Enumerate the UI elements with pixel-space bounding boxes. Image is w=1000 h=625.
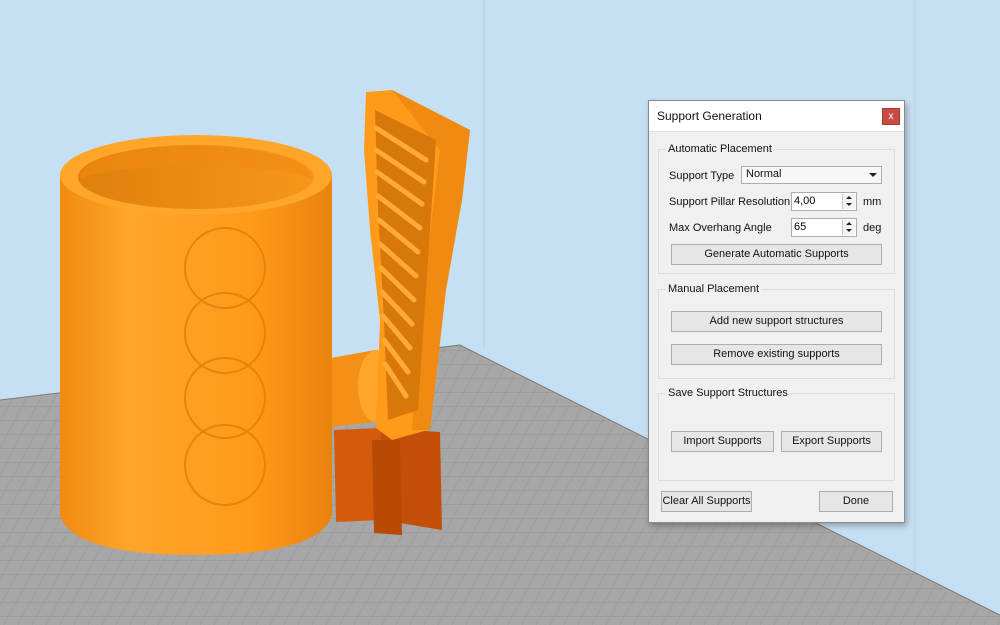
pillar-unit-label: mm xyxy=(863,196,882,208)
spin-down-icon[interactable] xyxy=(843,228,855,235)
export-supports-button[interactable]: Export Supports xyxy=(781,431,882,452)
dialog-title: Support Generation xyxy=(657,109,762,123)
manual-placement-group xyxy=(658,289,895,379)
spin-up-icon[interactable] xyxy=(843,194,855,201)
spin-arrows xyxy=(842,220,855,235)
spin-down-icon[interactable] xyxy=(843,202,855,209)
support-type-select[interactable]: Normal xyxy=(741,166,882,184)
spin-arrows xyxy=(842,194,855,209)
pillar-resolution-input[interactable] xyxy=(794,194,840,208)
pillar-resolution-spinbox[interactable] xyxy=(791,192,857,211)
manual-placement-title: Manual Placement xyxy=(666,283,762,295)
support-type-label: Support Type xyxy=(669,170,735,182)
generate-automatic-supports-button[interactable]: Generate Automatic Supports xyxy=(671,244,882,265)
remove-existing-supports-button[interactable]: Remove existing supports xyxy=(671,344,882,365)
mug-body xyxy=(60,135,332,555)
overhang-unit-label: deg xyxy=(863,222,882,234)
clear-all-supports-button[interactable]: Clear All Supports xyxy=(661,491,752,512)
close-button[interactable]: x xyxy=(882,108,900,125)
support-generation-dialog: Support Generation x Automatic Placement… xyxy=(648,100,905,523)
spin-up-icon[interactable] xyxy=(843,220,855,227)
add-support-structures-button[interactable]: Add new support structures xyxy=(671,311,882,332)
overhang-angle-spinbox[interactable] xyxy=(791,218,857,237)
dialog-titlebar[interactable]: Support Generation x xyxy=(649,101,904,132)
pillar-resolution-label: Support Pillar Resolution xyxy=(669,196,791,208)
overhang-angle-label: Max Overhang Angle xyxy=(669,222,772,234)
automatic-placement-title: Automatic Placement xyxy=(666,143,774,155)
done-button[interactable]: Done xyxy=(819,491,893,512)
overhang-angle-input[interactable] xyxy=(794,220,840,234)
support-type-value: Normal xyxy=(746,168,782,180)
import-supports-button[interactable]: Import Supports xyxy=(671,431,774,452)
chevron-down-icon xyxy=(869,173,877,177)
support-structure xyxy=(334,428,442,535)
save-supports-title: Save Support Structures xyxy=(666,387,790,399)
